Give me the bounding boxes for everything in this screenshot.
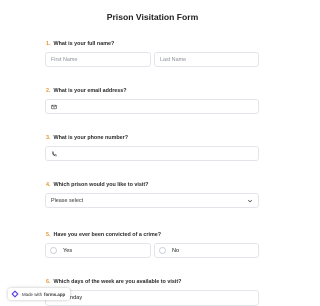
question-text: What is your full name? xyxy=(53,41,115,47)
phone-input[interactable] xyxy=(45,146,259,161)
question-label: 1. What is your full name? xyxy=(46,41,259,48)
question-number: 3. xyxy=(46,135,51,141)
envelope-icon xyxy=(51,104,57,109)
question-prison: 4. Which prison would you like to visit? xyxy=(46,182,259,189)
question-email: 2. What is your email address? xyxy=(46,88,259,95)
prison-select[interactable]: Please select xyxy=(45,193,259,208)
question-number: 2. xyxy=(46,88,51,94)
question-days: 6. Which days of the week are you availab… xyxy=(46,279,259,286)
phone-icon xyxy=(51,151,57,156)
question-text: Have you ever been convicted of a crime? xyxy=(53,232,162,238)
page-title: Prison Visitation Form xyxy=(106,12,199,22)
radio-label-yes: Yes xyxy=(63,247,73,254)
radio-option-no[interactable]: No xyxy=(154,243,259,258)
question-number: 1. xyxy=(46,41,51,47)
question-text: Which days of the week are you available… xyxy=(53,279,182,285)
radio-circle xyxy=(50,247,57,254)
last-name-placeholder: Last Name xyxy=(160,56,187,63)
question-label: 6. Which days of the week are you availab… xyxy=(46,279,259,286)
checkbox-option-day[interactable]: nday xyxy=(45,290,259,306)
made-with-badge[interactable]: Made with forms.app xyxy=(8,288,71,300)
last-name-input[interactable]: Last Name xyxy=(154,52,259,67)
question-label: 2. What is your email address? xyxy=(46,88,259,95)
badge-text: Made with xyxy=(22,291,43,297)
radio-label-no: No xyxy=(172,247,180,254)
question-text: What is your phone number? xyxy=(53,135,129,141)
question-label: 5. Have you ever been convicted of a crim… xyxy=(46,232,259,239)
radio-option-yes[interactable]: Yes xyxy=(45,243,151,258)
question-convicted: 5. Have you ever been convicted of a crim… xyxy=(46,232,259,239)
badge-brand: forms.app xyxy=(44,291,66,297)
radio-circle xyxy=(159,247,166,254)
question-number: 5. xyxy=(46,232,51,238)
question-number: 4. xyxy=(46,182,51,188)
chevron-down-icon xyxy=(247,199,253,203)
first-name-input[interactable]: First Name xyxy=(45,52,151,67)
forms-app-logo-icon xyxy=(11,290,19,298)
question-text: Which prison would you like to visit? xyxy=(53,182,149,188)
question-number: 6. xyxy=(46,279,51,285)
question-text: What is your email address? xyxy=(53,88,127,94)
question-label: 4. Which prison would you like to visit? xyxy=(46,182,259,189)
question-full-name: 1. What is your full name? xyxy=(46,41,259,48)
email-input[interactable] xyxy=(45,99,259,114)
first-name-placeholder: First Name xyxy=(51,56,78,63)
day-option-label: nday xyxy=(70,295,83,301)
prison-select-value: Please select xyxy=(51,197,84,204)
question-label: 3. What is your phone number? xyxy=(46,135,259,142)
question-phone: 3. What is your phone number? xyxy=(46,135,259,142)
